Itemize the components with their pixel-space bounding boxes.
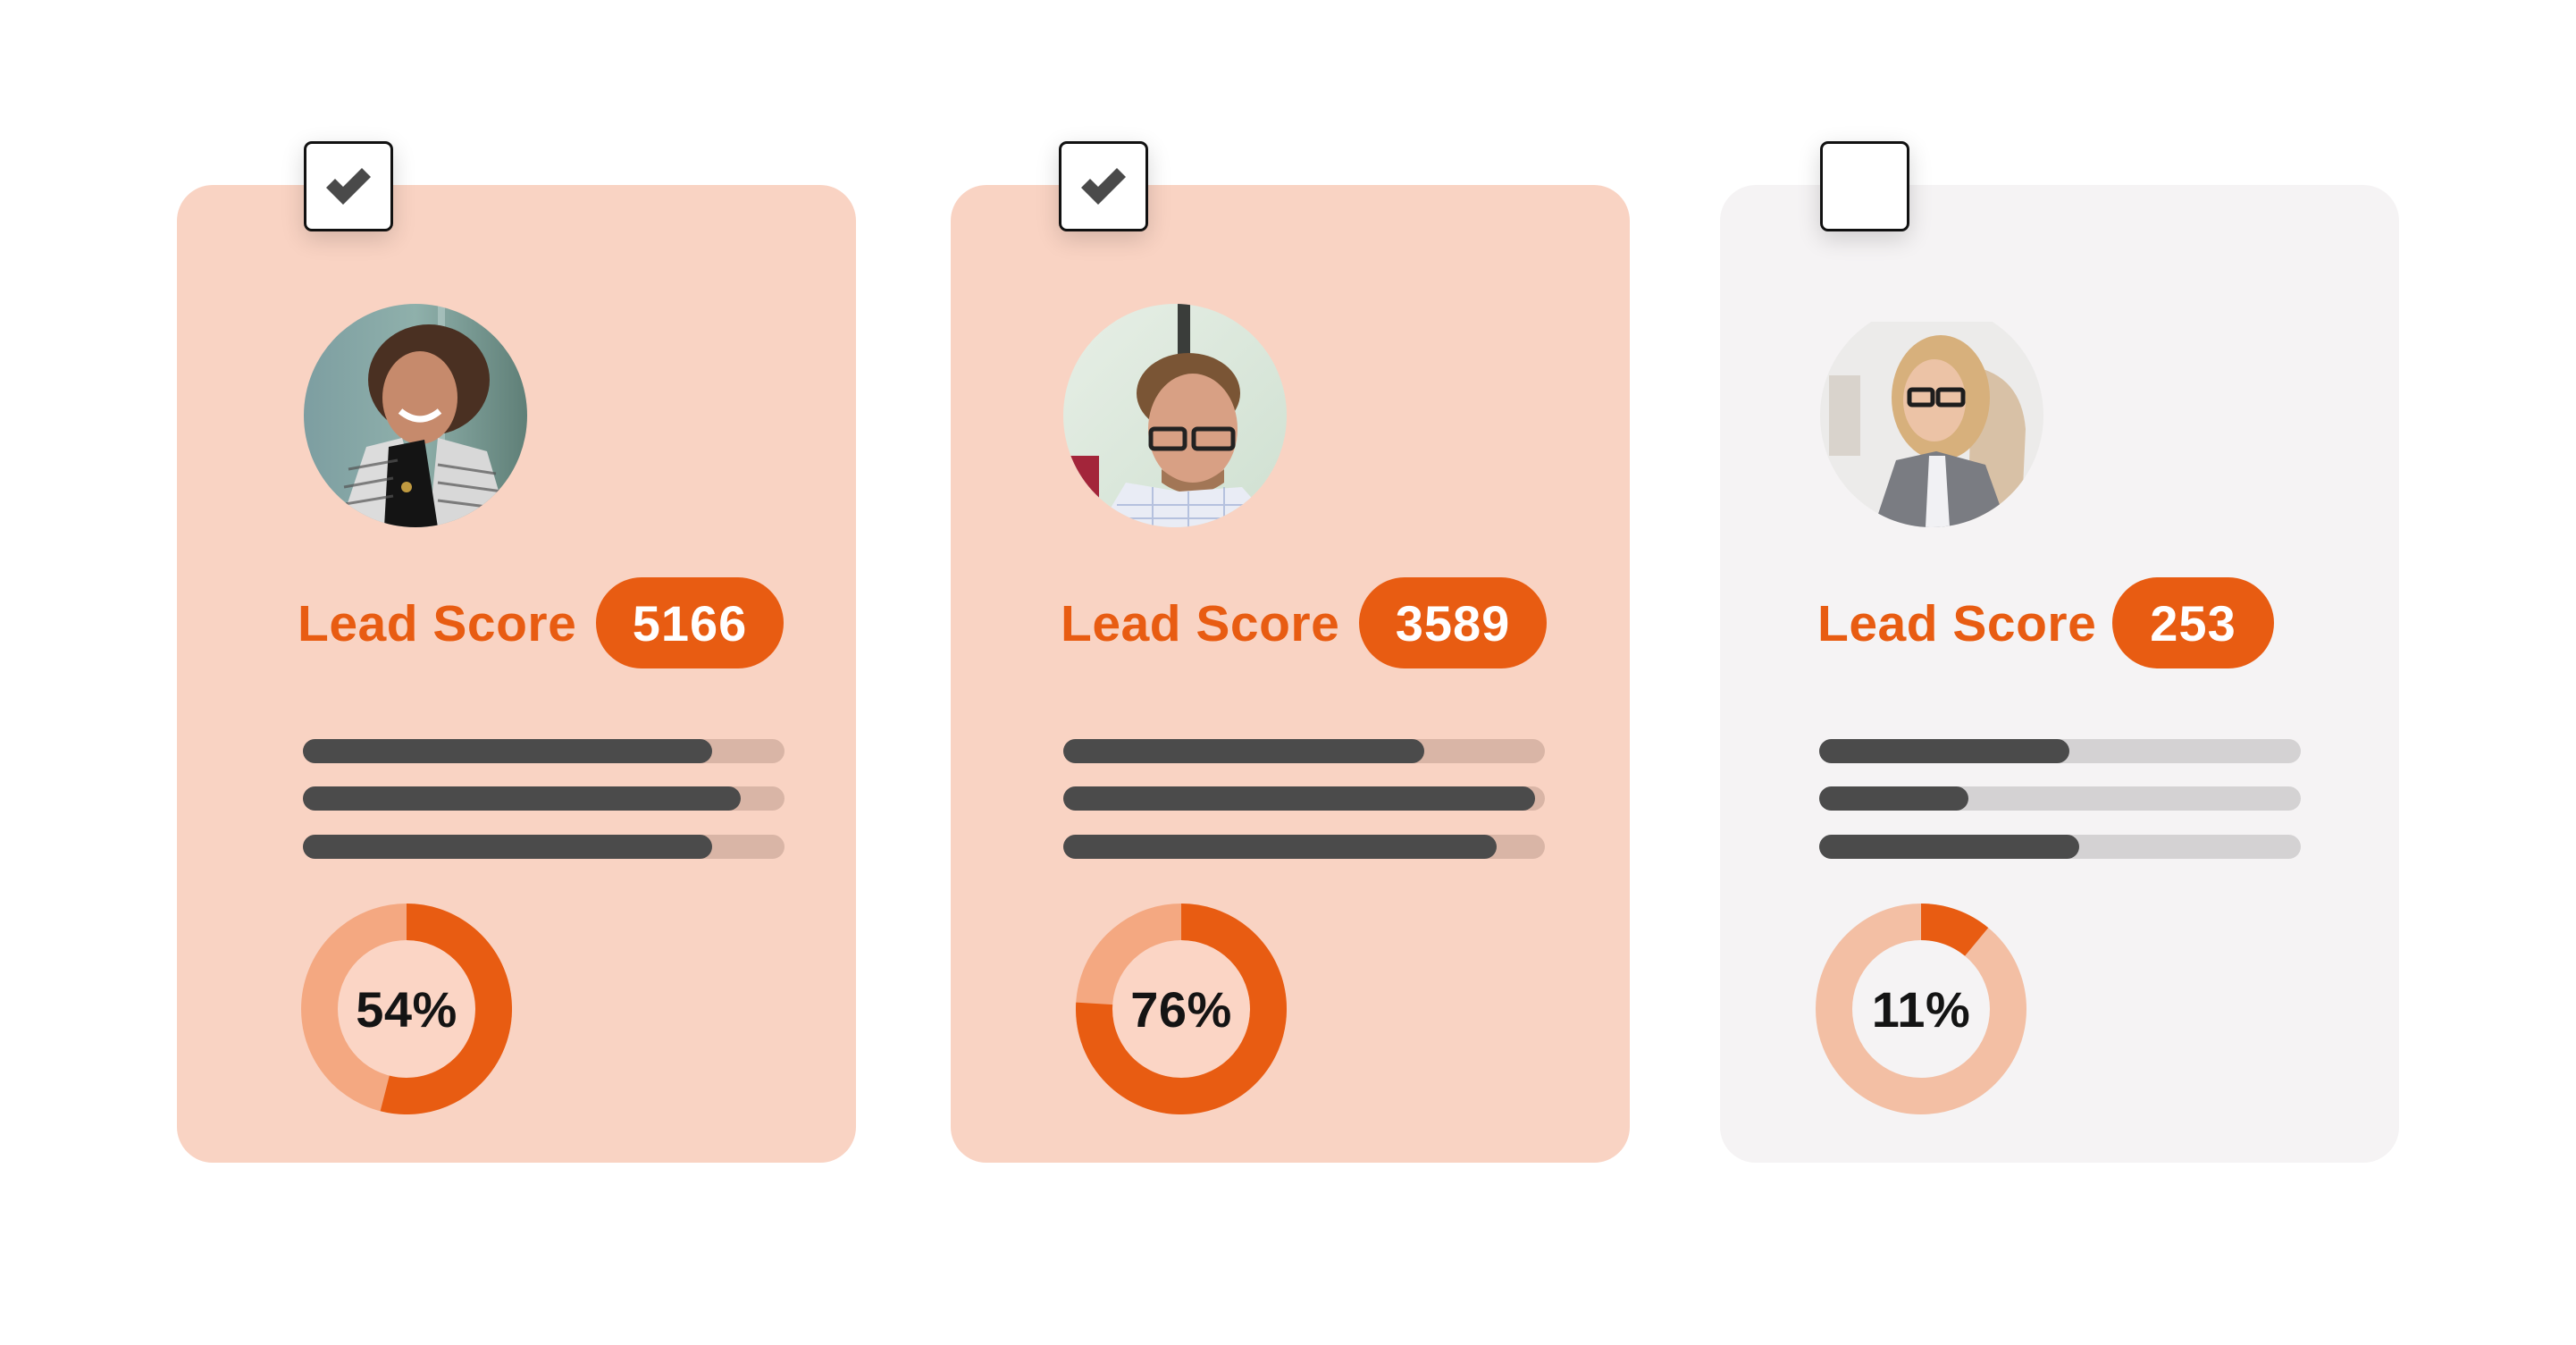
percent-donut-chart: 11% [1816,904,2026,1114]
lead-score-label: Lead Score [1817,595,2097,652]
percent-donut-chart: 54% [301,904,512,1114]
progress-bar-fill [1063,786,1536,811]
progress-bar-fill [1819,835,2080,859]
progress-bar-fill [303,786,742,811]
progress-bar-2 [1063,786,1545,811]
progress-bar-1 [1819,739,2301,763]
lead-card-1[interactable]: Lead Score 5166 54% [177,141,856,1163]
select-checkbox-3[interactable] [1820,141,1909,231]
progress-bar-fill [1819,786,1969,811]
avatar-3 [1820,304,2043,527]
progress-bar-2 [303,786,785,811]
avatar-photo-blonde-woman-glasses [1820,304,2043,527]
percent-label: 76% [1130,980,1232,1038]
select-checkbox-1[interactable] [304,141,393,231]
lead-card-2[interactable]: Lead Score 3589 76% [951,141,1630,1163]
percent-label: 11% [1871,980,1971,1038]
percent-label: 54% [356,980,457,1038]
checkmark-icon [326,167,371,205]
select-checkbox-2[interactable] [1059,141,1148,231]
lead-score-badge: 5166 [596,577,784,668]
avatar-photo-man-glasses [1063,304,1287,527]
lead-score-label: Lead Score [1061,595,1340,652]
progress-bar-1 [303,739,785,763]
avatar-photo-woman-curly-hair [304,304,527,527]
progress-bar-fill [1063,835,1498,859]
progress-bar-fill [303,739,713,763]
lead-score-badge: 253 [2112,577,2274,668]
progress-bar-3 [1063,835,1545,859]
percent-donut-chart: 76% [1076,904,1287,1114]
lead-card-3[interactable]: Lead Score 253 11% [1720,141,2399,1163]
avatar-1 [304,304,527,527]
progress-bar-3 [1819,835,2301,859]
progress-bar-3 [303,835,785,859]
progress-bar-fill [1063,739,1425,763]
progress-bar-fill [1819,739,2070,763]
progress-bar-2 [1819,786,2301,811]
avatar-2 [1063,304,1287,527]
lead-score-badge: 3589 [1359,577,1547,668]
progress-bar-1 [1063,739,1545,763]
lead-score-label: Lead Score [298,595,577,652]
checkmark-icon [1081,167,1126,205]
progress-bar-fill [303,835,713,859]
